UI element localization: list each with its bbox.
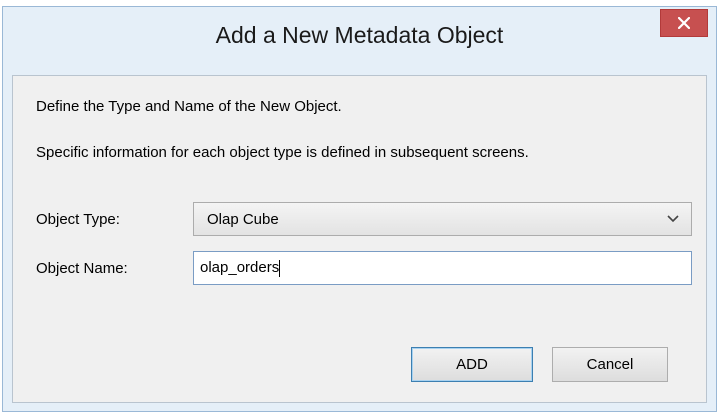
text-caret — [279, 260, 280, 277]
close-icon — [678, 17, 690, 29]
intro-text: Define the Type and Name of the New Obje… — [36, 98, 342, 115]
object-name-value: olap_orders — [200, 259, 280, 276]
add-metadata-object-dialog: Add a New Metadata Object Define the Typ… — [2, 6, 717, 412]
cancel-button[interactable]: Cancel — [552, 347, 668, 382]
object-type-label: Object Type: — [36, 211, 120, 228]
dialog-body: Define the Type and Name of the New Obje… — [12, 75, 707, 403]
add-button[interactable]: ADD — [411, 347, 533, 382]
object-name-label: Object Name: — [36, 260, 128, 277]
object-name-input[interactable]: olap_orders — [193, 251, 692, 285]
close-button[interactable] — [660, 9, 708, 37]
object-type-value: Olap Cube — [207, 211, 279, 228]
info-text: Specific information for each object typ… — [36, 144, 529, 161]
chevron-down-icon — [667, 215, 679, 223]
object-type-dropdown[interactable]: Olap Cube — [193, 202, 692, 236]
dialog-title: Add a New Metadata Object — [215, 22, 504, 48]
title-bar[interactable]: Add a New Metadata Object — [3, 7, 716, 67]
